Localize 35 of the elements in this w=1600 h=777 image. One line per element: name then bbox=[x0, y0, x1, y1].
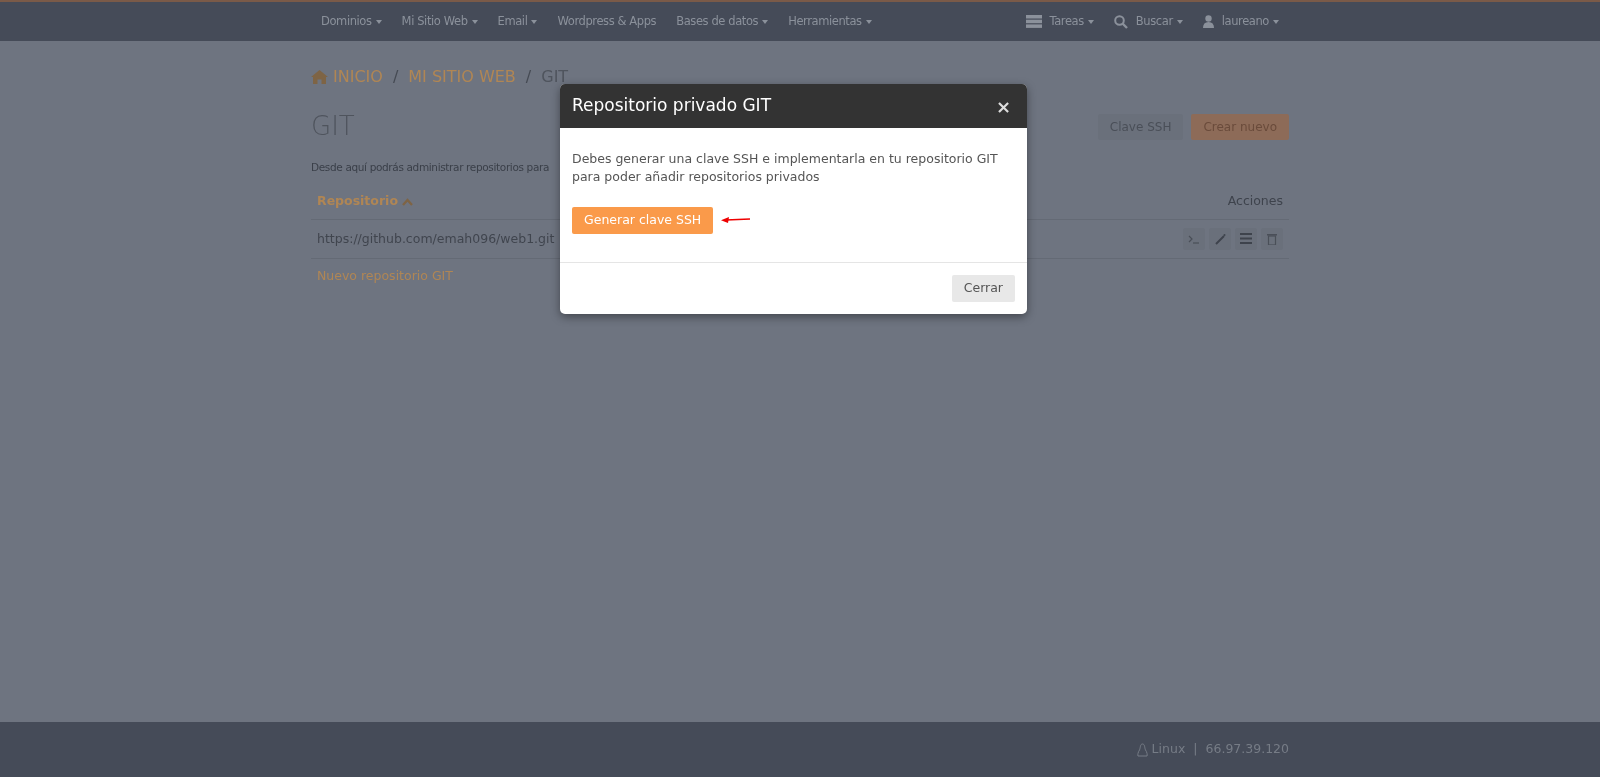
list-button[interactable] bbox=[1235, 227, 1257, 250]
terminal-button[interactable] bbox=[1183, 227, 1205, 250]
nav-menu[interactable]: Herramientas bbox=[778, 12, 882, 31]
close-button[interactable]: Cerrar bbox=[951, 274, 1015, 302]
modal-title: Repositorio privado GIT bbox=[572, 94, 771, 118]
wand-icon bbox=[1214, 232, 1226, 245]
trash-button[interactable] bbox=[1261, 227, 1283, 250]
breadcrumb-separator: / bbox=[392, 66, 399, 88]
server-icon bbox=[1025, 15, 1042, 28]
breadcrumb-link[interactable]: MI SITIO WEB bbox=[408, 65, 516, 89]
nav-menu[interactable]: Bases de datos bbox=[666, 12, 779, 31]
arrow-icon bbox=[721, 216, 752, 225]
nav-menu[interactable]: Dominios bbox=[311, 12, 392, 31]
breadcrumb-link[interactable]: INICIO bbox=[311, 65, 383, 89]
close-button[interactable]: × bbox=[991, 92, 1015, 120]
search-icon bbox=[1113, 14, 1128, 29]
trash-icon bbox=[1267, 232, 1277, 245]
user-icon bbox=[1202, 15, 1214, 28]
nav-menu[interactable]: laureano bbox=[1192, 12, 1289, 31]
nav-menu[interactable]: Email bbox=[487, 12, 548, 31]
wand-button[interactable] bbox=[1209, 227, 1231, 250]
column-header[interactable]: Repositorio bbox=[317, 192, 413, 211]
penguin-icon bbox=[1136, 742, 1148, 757]
nav-menu[interactable]: Wordpress & Apps bbox=[547, 12, 667, 31]
list-icon bbox=[1240, 233, 1252, 245]
modal-message: Debes generar una clave SSH e implementarla en tu repositorio GIT para poder añadir repositorios privados bbox=[572, 150, 999, 185]
generate-ssh-key-button[interactable]: Generar clave SSH bbox=[572, 207, 714, 234]
home-icon bbox=[311, 70, 328, 84]
breadcrumb-separator: / bbox=[525, 66, 532, 88]
nav-menu[interactable]: Tareas bbox=[1015, 12, 1104, 31]
new-repository-link[interactable]: Nuevo repositorio GIT bbox=[317, 267, 453, 283]
nav-menu[interactable]: Buscar bbox=[1103, 12, 1193, 31]
terminal-icon bbox=[1188, 233, 1200, 244]
nav-menu[interactable]: Mi Sitio Web bbox=[391, 12, 488, 31]
footer-separator: | bbox=[1193, 740, 1198, 759]
